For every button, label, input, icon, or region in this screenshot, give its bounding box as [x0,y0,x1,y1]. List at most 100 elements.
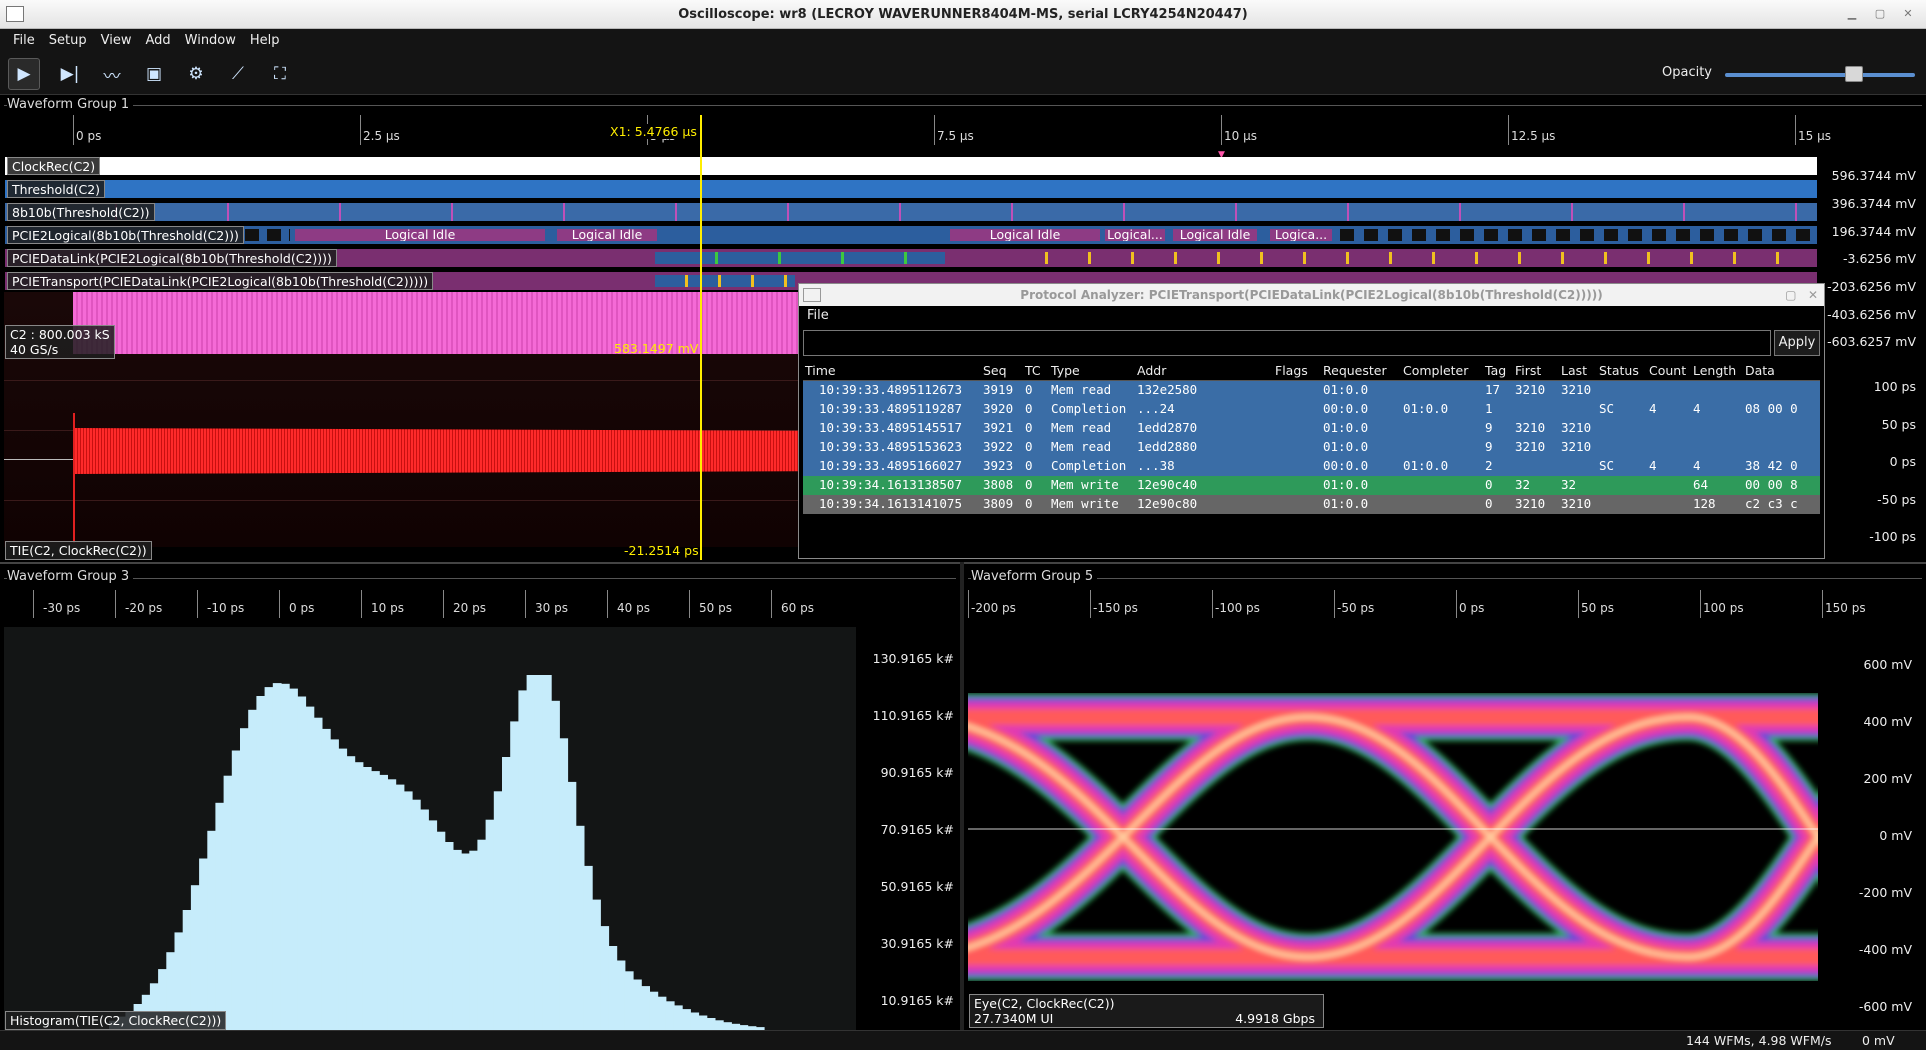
c2-info-box[interactable]: C2 : 800.003 kS 40 GS/s [5,325,115,359]
col-seq[interactable]: Seq [983,363,1007,378]
cell-tag: 17 [1485,382,1501,397]
trace-clockrec[interactable]: ClockRec(C2) [5,157,1817,175]
col-requester[interactable]: Requester [1323,363,1387,378]
cell-seq: 3923 [983,458,1014,473]
group1-timeline[interactable]: 0 ps 2.5 µs 5 µs 7.5 µs 10 µs 12.5 µs 15… [0,115,1922,160]
cursor-x1-line[interactable] [700,115,702,560]
group1-label: Waveform Group 1 [7,97,134,112]
y-tick: 110.9165 k# [872,708,954,723]
logical-idle-segment[interactable]: Logical Idle [1173,229,1257,241]
trace-label: 8b10b(Threshold(C2)) [7,203,155,221]
measure-icon[interactable]: ⟋ [222,58,254,90]
logical-idle-segment[interactable]: Logical... [1105,229,1165,241]
col-flags[interactable]: Flags [1275,363,1308,378]
table-row[interactable]: 10:39:33.4895166027 3923 0 Completion ...38 0… [803,457,1820,476]
cell-addr: 12e90c40 [1137,477,1198,492]
menu-window[interactable]: Window [178,29,243,53]
cursor-x1-label[interactable]: X1: 5.4766 µs [608,124,699,139]
tie-label-box[interactable]: TIE(C2, ClockRec(C2)) [5,541,152,560]
col-addr[interactable]: Addr [1137,363,1166,378]
col-length[interactable]: Length [1693,363,1736,378]
logical-idle-segment[interactable]: Logical Idle [295,229,545,241]
tick: 60 ps [781,601,814,615]
close-icon[interactable]: ✕ [1808,288,1818,302]
screenshot-icon[interactable]: ▣ [138,58,170,90]
filter-input[interactable] [803,330,1771,356]
fullscreen-icon[interactable]: ⛶ [264,58,296,90]
col-type[interactable]: Type [1051,363,1080,378]
histogram-bar [379,774,388,1030]
col-count[interactable]: Count [1649,363,1686,378]
apply-button[interactable]: Apply [1774,330,1820,356]
play-icon[interactable]: ▶ [8,58,40,90]
menu-add[interactable]: Add [138,29,177,53]
histogram-bar [616,960,626,1030]
minimize-icon[interactable]: ▁ [1842,6,1862,22]
menu-setup[interactable]: Setup [42,29,94,53]
menu-help[interactable]: Help [243,29,287,53]
logical-idle-segment[interactable]: Logical Idle [950,229,1100,241]
col-tag[interactable]: Tag [1485,363,1506,378]
table-row[interactable]: 10:39:34.1613138507 3808 0 Mem write 12e90c4… [803,476,1820,495]
table-row[interactable]: 10:39:34.1613141075 3809 0 Mem write 12e90c8… [803,495,1820,514]
col-completer[interactable]: Completer [1403,363,1468,378]
close-icon[interactable]: ✕ [1898,6,1918,22]
protocol-analyzer-window[interactable]: Protocol Analyzer: PCIETransport(PCIEDat… [798,283,1825,559]
menu-view[interactable]: View [94,29,139,53]
table-row[interactable]: 10:39:33.4895119287 3920 0 Completion ...24 0… [803,400,1820,419]
histogram-bar [567,781,577,1030]
histogram-bar [264,687,274,1030]
col-last[interactable]: Last [1561,363,1587,378]
maximize-icon[interactable]: ▢ [1870,6,1890,22]
trace-pcie2logical[interactable]: PCIE2Logical(8b10b(Threshold(C2))) Logic… [5,226,1817,244]
histogram-bar [526,675,536,1030]
logical-idle-segment[interactable]: Logica... [1270,229,1332,241]
tie-cursor-value: -21.2514 ps [624,543,699,558]
col-tc[interactable]: TC [1025,363,1041,378]
window-titlebar: Oscilloscope: wr8 (LECROY WAVERUNNER8404… [0,0,1926,29]
histogram-bar [240,728,249,1030]
menu-file[interactable]: File [6,29,42,53]
protocol-analyzer-title: Protocol Analyzer: PCIETransport(PCIEDat… [1020,288,1603,302]
col-data[interactable]: Data [1745,363,1775,378]
protocol-analyzer-titlebar[interactable]: Protocol Analyzer: PCIETransport(PCIEDat… [799,284,1824,306]
cell-addr: ...24 [1137,401,1175,416]
cell-type: Mem write [1051,477,1119,492]
cell-last: 3210 [1561,439,1592,454]
tie-waveform[interactable] [75,428,800,474]
tie-tick: 100 ps [1873,379,1916,394]
histogram-bar [493,791,503,1030]
histogram-bar [420,809,429,1030]
table-row[interactable]: 10:39:33.4895153623 3922 0 Mem read 1edd2880… [803,438,1820,457]
histogram-bar [673,1005,683,1030]
opacity-slider[interactable] [1725,73,1915,77]
histogram-bar [207,830,217,1030]
histogram-bar [698,1015,708,1030]
volt-tick: 196.3744 mV [1831,224,1916,239]
single-trigger-icon[interactable]: ▶| [54,58,86,90]
histogram-svg [109,675,765,1030]
protocol-analyzer-menu-file[interactable]: File [799,306,1824,326]
eye-info-box[interactable]: Eye(C2, ClockRec(C2)) 27.7340M UI 4.9918… [969,994,1324,1028]
eye-diagram-plot[interactable] [968,627,1818,1030]
waveform-icon[interactable]: 〰 [96,58,128,90]
col-time[interactable]: Time [805,363,836,378]
settings-icon[interactable]: ⚙ [180,58,212,90]
histogram-bar [297,696,307,1030]
histogram-plot[interactable] [4,627,856,1030]
table-row[interactable]: 10:39:33.4895145517 3921 0 Mem read 1edd2870… [803,419,1820,438]
trace-label: Threshold(C2) [7,180,106,198]
histogram-label-box[interactable]: Histogram(TIE(C2, ClockRec(C2))) [5,1011,227,1030]
trace-pciedatalink[interactable]: PCIEDataLink(PCIE2Logical(8b10b(Threshol… [5,249,1817,267]
col-first[interactable]: First [1515,363,1541,378]
trace-8b10b[interactable]: 8b10b(Threshold(C2)) [5,203,1817,221]
trace-threshold[interactable]: Threshold(C2) [5,180,1817,198]
opacity-slider-handle[interactable] [1845,66,1863,82]
logical-idle-segment[interactable]: Logical Idle [557,229,657,241]
cell-tag: 0 [1485,496,1493,511]
tie-tick: 50 ps [1881,417,1916,432]
col-status[interactable]: Status [1599,363,1639,378]
maximize-icon[interactable]: ▢ [1785,288,1796,302]
table-row[interactable]: 10:39:33.4895112673 3919 0 Mem read 132e2580… [803,381,1820,400]
trace-label: PCIEDataLink(PCIE2Logical(8b10b(Threshol… [7,249,337,267]
